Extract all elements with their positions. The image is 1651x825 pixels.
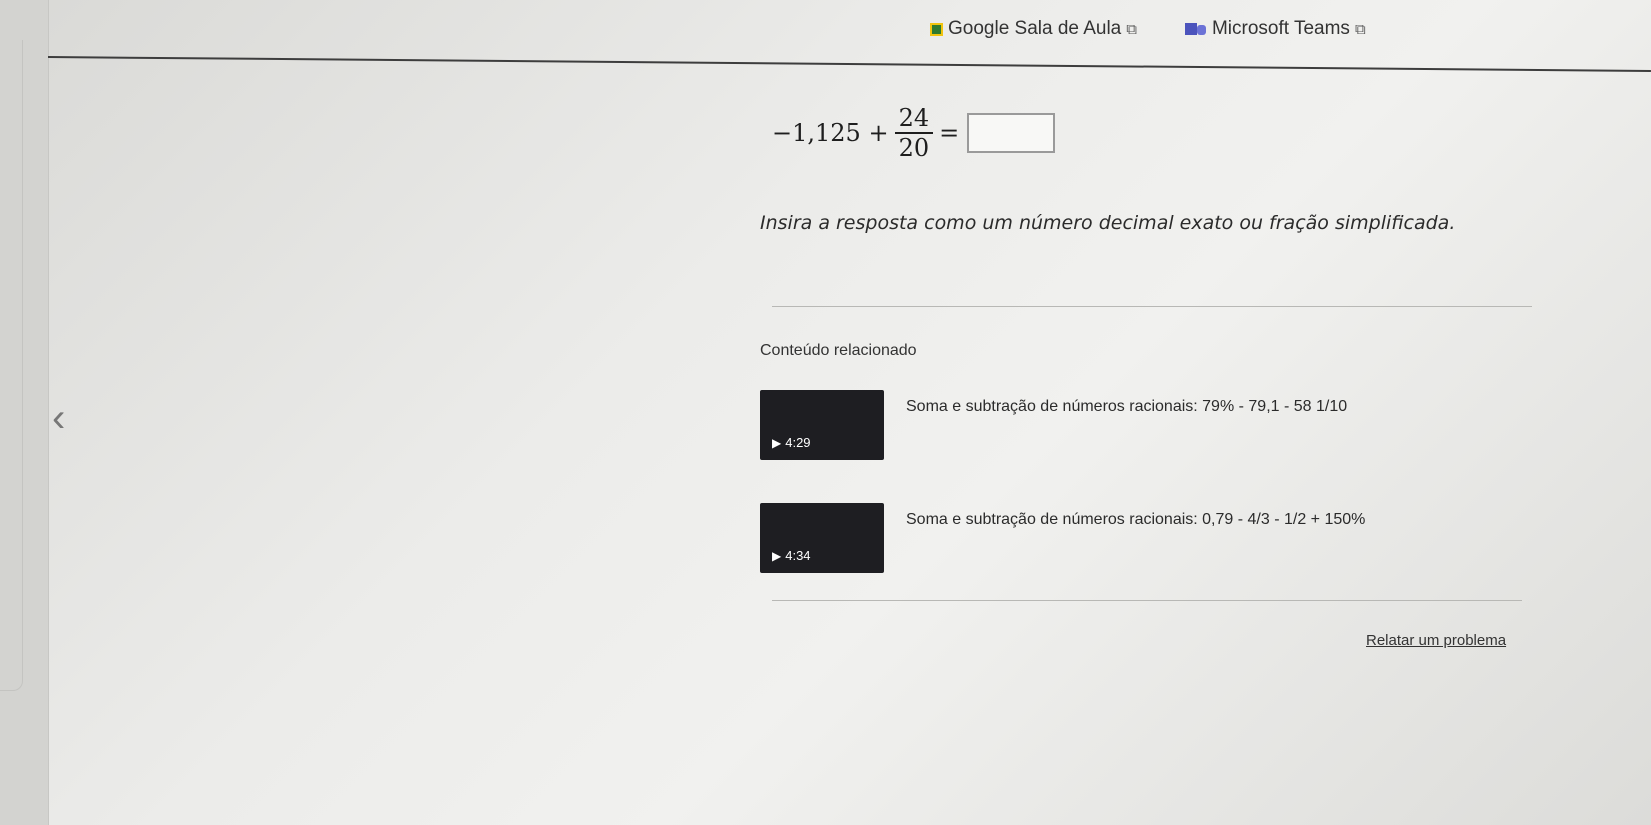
fraction: 24 20: [894, 104, 934, 162]
page: Google Sala de Aula ⧉ Microsoft Teams ⧉ …: [0, 0, 1651, 825]
answer-instruction: Insira a resposta como um número decimal…: [760, 212, 1456, 234]
video-duration: 4:34: [785, 548, 811, 563]
sidebar-edge: [0, 40, 23, 691]
google-classroom-label: Google Sala de Aula: [948, 18, 1122, 39]
google-classroom-link[interactable]: Google Sala de Aula ⧉: [930, 18, 1137, 40]
video-title-link[interactable]: Soma e subtração de números racionais: 0…: [906, 511, 1365, 529]
section-divider: [772, 600, 1522, 601]
fraction-denominator: 20: [894, 132, 934, 162]
video-duration-overlay: ▶ 4:34: [772, 548, 811, 563]
report-problem-link[interactable]: Relatar um problema: [1366, 632, 1506, 649]
microsoft-teams-link[interactable]: Microsoft Teams ⧉: [1184, 18, 1366, 40]
answer-input[interactable]: [967, 113, 1056, 153]
video-title-link[interactable]: Soma e subtração de números racionais: 7…: [906, 398, 1347, 416]
microsoft-teams-icon: [1184, 21, 1207, 37]
equation-lhs: −1,125 +: [772, 119, 889, 147]
video-thumbnail[interactable]: ▶ 4:29: [760, 390, 884, 460]
math-problem: −1,125 + 24 20 =: [772, 104, 1056, 162]
video-duration: 4:29: [785, 435, 811, 450]
related-video-item[interactable]: ▶ 4:34 Soma e subtração de números racio…: [760, 503, 1365, 573]
external-link-icon: ⧉: [1126, 20, 1137, 38]
play-icon: ▶: [772, 548, 782, 563]
video-thumbnail[interactable]: ▶ 4:34: [760, 503, 884, 573]
related-video-item[interactable]: ▶ 4:29 Soma e subtração de números racio…: [760, 390, 1347, 460]
left-sidebar-strip: [0, 0, 49, 825]
chevron-left-icon[interactable]: ‹: [52, 398, 65, 438]
equals-sign: =: [939, 119, 960, 147]
play-icon: ▶: [772, 435, 782, 450]
related-content-title: Conteúdo relacionado: [760, 342, 917, 359]
fraction-numerator: 24: [898, 104, 930, 132]
header-divider: [47, 56, 1651, 72]
microsoft-teams-label: Microsoft Teams: [1211, 18, 1350, 39]
external-link-icon: ⧉: [1354, 20, 1366, 38]
section-divider: [772, 306, 1532, 307]
integration-links: Google Sala de Aula ⧉ Microsoft Teams ⧉: [930, 18, 1366, 40]
google-classroom-icon: [930, 22, 943, 36]
video-duration-overlay: ▶ 4:29: [772, 435, 811, 450]
